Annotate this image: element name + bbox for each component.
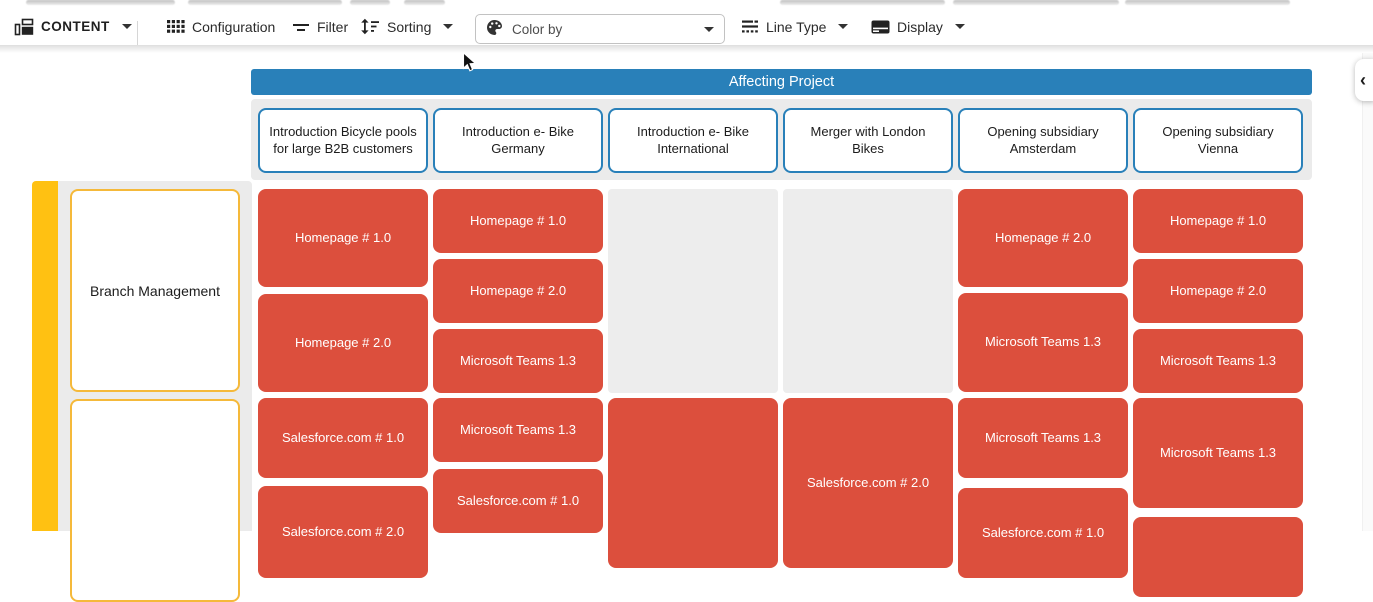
content-menu-button[interactable]: CONTENT xyxy=(14,8,132,45)
matrix-column xyxy=(608,0,778,531)
fact-sheet-card[interactable] xyxy=(1133,517,1303,597)
collapse-panel-icon: ‹ xyxy=(1360,70,1366,91)
fact-sheet-card[interactable]: Microsoft Teams 1.3 xyxy=(433,329,603,393)
apps-grid-icon xyxy=(167,20,185,34)
matrix-column: Homepage # 1.0 Homepage # 2.0 Microsoft … xyxy=(433,0,603,531)
fact-sheet-card[interactable]: Homepage # 2.0 xyxy=(958,189,1128,287)
fact-sheet-card[interactable]: Salesforce.com # 1.0 xyxy=(958,488,1128,578)
row-header[interactable]: Branch Management xyxy=(70,189,240,392)
fact-sheet-card[interactable] xyxy=(608,398,778,568)
fact-sheet-card[interactable]: Homepage # 1.0 xyxy=(433,189,603,253)
fact-sheet-card[interactable]: Homepage # 1.0 xyxy=(258,189,428,287)
row-group-color-bar xyxy=(32,181,58,531)
empty-cell xyxy=(783,189,953,393)
fact-sheet-card[interactable]: Microsoft Teams 1.3 xyxy=(1133,398,1303,508)
fact-sheet-card[interactable]: Microsoft Teams 1.3 xyxy=(1133,329,1303,393)
row-header[interactable] xyxy=(70,399,240,602)
empty-cell xyxy=(608,189,778,393)
chevron-down-icon xyxy=(122,24,132,29)
mouse-cursor xyxy=(462,52,478,79)
fact-sheet-card[interactable]: Microsoft Teams 1.3 xyxy=(433,398,603,462)
matrix-column: Homepage # 1.0 Homepage # 2.0 Microsoft … xyxy=(1133,0,1303,531)
content-icon xyxy=(14,18,34,36)
content-label: CONTENT xyxy=(41,19,110,34)
toolbar-divider xyxy=(137,21,138,45)
fact-sheet-card[interactable]: Salesforce.com # 1.0 xyxy=(433,469,603,533)
clipped-top-element xyxy=(26,0,175,5)
matrix-column: Salesforce.com # 2.0 xyxy=(783,0,953,531)
expand-panel-button[interactable]: ‹ xyxy=(1355,59,1373,101)
fact-sheet-card[interactable]: Salesforce.com # 1.0 xyxy=(258,398,428,478)
fact-sheet-card[interactable]: Microsoft Teams 1.3 xyxy=(958,293,1128,392)
fact-sheet-card[interactable]: Salesforce.com # 2.0 xyxy=(258,486,428,578)
fact-sheet-card[interactable]: Homepage # 2.0 xyxy=(258,294,428,392)
fact-sheet-card[interactable]: Homepage # 2.0 xyxy=(1133,259,1303,323)
fact-sheet-card[interactable]: Salesforce.com # 2.0 xyxy=(783,398,953,568)
fact-sheet-card[interactable]: Homepage # 1.0 xyxy=(1133,189,1303,253)
matrix-column: Homepage # 1.0 Homepage # 2.0 Salesforce… xyxy=(258,0,428,531)
matrix-column: Homepage # 2.0 Microsoft Teams 1.3 Micro… xyxy=(958,0,1128,531)
right-side-panel xyxy=(1362,53,1373,531)
fact-sheet-card[interactable]: Homepage # 2.0 xyxy=(433,259,603,323)
fact-sheet-card[interactable]: Microsoft Teams 1.3 xyxy=(958,398,1128,478)
